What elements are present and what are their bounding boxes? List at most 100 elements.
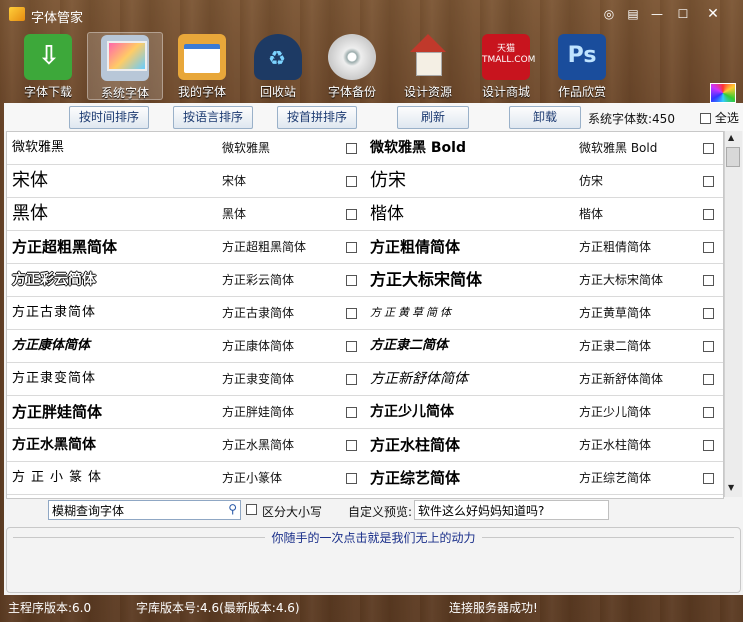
- search-icon[interactable]: ⚲: [228, 502, 237, 516]
- font-row: 方正小篆体 方正小篆体 方正综艺简体 方正综艺简体: [7, 462, 723, 495]
- font-name: 方正少儿简体: [579, 405, 652, 419]
- font-select-checkbox[interactable]: [703, 176, 714, 187]
- font-row: 方正隶变简体 方正隶变简体 方正新舒体简体 方正新舒体简体: [7, 363, 723, 396]
- font-sample: 方正粗倩简体: [370, 238, 461, 256]
- sort-by-language-button[interactable]: 按语言排序: [173, 106, 253, 129]
- search-input[interactable]: [49, 501, 217, 519]
- scroll-thumb[interactable]: [726, 147, 740, 167]
- toolbar-label: 作品欣赏: [557, 85, 606, 99]
- color-palette-icon[interactable]: [710, 83, 736, 103]
- preview-input[interactable]: [415, 501, 606, 519]
- toolbar-monitor-palette-button[interactable]: 系统字体: [87, 32, 163, 100]
- title-bar: 字体管家 ◎ ▤ — ☐ ✕: [0, 0, 743, 30]
- font-select-checkbox[interactable]: [703, 440, 714, 451]
- font-select-checkbox[interactable]: [346, 275, 357, 286]
- font-sample: 方正隶二简体: [370, 338, 449, 353]
- sort-bar: 按时间排序 按语言排序 按首拼排序 刷新 卸载 系统字体数:450 全选: [4, 103, 743, 131]
- font-row: 微软雅黑 微软雅黑 微软雅黑 Bold 微软雅黑 Bold: [7, 132, 723, 165]
- font-name: 方正黄草简体: [579, 306, 652, 320]
- font-row: 方正水黑简体 方正水黑简体 方正水柱简体 方正水柱简体: [7, 429, 723, 462]
- font-select-checkbox[interactable]: [703, 374, 714, 385]
- preview-label: 自定义预览:: [348, 505, 413, 519]
- sort-by-time-button[interactable]: 按时间排序: [69, 106, 149, 129]
- toolbar-label: 回收站: [259, 85, 296, 99]
- font-select-checkbox[interactable]: [703, 242, 714, 253]
- font-select-checkbox[interactable]: [346, 143, 357, 154]
- case-sensitive-checkbox[interactable]: [246, 504, 257, 515]
- font-name: 方正隶二简体: [579, 339, 652, 353]
- font-select-checkbox[interactable]: [346, 242, 357, 253]
- font-name: 方正彩云简体: [222, 273, 295, 287]
- scroll-down-icon[interactable]: ▼: [728, 483, 734, 492]
- toolbar-disc-button[interactable]: 字体备份: [314, 32, 390, 100]
- select-all-checkbox[interactable]: [700, 113, 711, 124]
- font-name: 方正超粗黑简体: [222, 240, 307, 254]
- font-select-checkbox[interactable]: [703, 275, 714, 286]
- font-select-checkbox[interactable]: [346, 176, 357, 187]
- font-name: 方正古隶简体: [222, 306, 295, 320]
- search-bar: ⚲ 区分大小写 自定义预览:: [4, 497, 743, 527]
- font-sample: 方正彩云简体: [12, 272, 96, 288]
- font-sample: 仿宋: [370, 170, 406, 191]
- font-select-checkbox[interactable]: [346, 407, 357, 418]
- font-panel: 按时间排序 按语言排序 按首拼排序 刷新 卸载 系统字体数:450 全选 微软雅…: [4, 103, 743, 595]
- font-select-checkbox[interactable]: [703, 341, 714, 352]
- font-sample: 方正超粗黑简体: [12, 238, 118, 256]
- font-sample: 方正大标宋简体: [370, 270, 483, 289]
- font-select-checkbox[interactable]: [346, 341, 357, 352]
- folder-icon: [178, 34, 226, 80]
- font-select-checkbox[interactable]: [346, 473, 357, 484]
- font-sample: 微软雅黑: [12, 140, 65, 155]
- font-name: 方正综艺简体: [579, 471, 652, 485]
- font-select-checkbox[interactable]: [346, 374, 357, 385]
- font-select-checkbox[interactable]: [346, 308, 357, 319]
- skin-icon[interactable]: ◎: [598, 5, 620, 23]
- app-version: 主程序版本:6.0: [8, 601, 92, 615]
- font-sample: 方正综艺简体: [370, 469, 461, 487]
- menu-icon[interactable]: ▤: [622, 5, 644, 23]
- library-version: 字库版本号:4.6(最新版本:4.6): [136, 601, 300, 615]
- case-sensitive-label: 区分大小写: [262, 505, 323, 519]
- font-select-checkbox[interactable]: [703, 209, 714, 220]
- monitor-palette-icon: [101, 35, 149, 81]
- disc-icon: [328, 34, 376, 80]
- toolbar-download-button[interactable]: ⇩ 字体下载: [10, 32, 86, 100]
- font-select-checkbox[interactable]: [346, 440, 357, 451]
- minimize-icon[interactable]: —: [646, 5, 668, 23]
- tmall-icon: 天猫 TMALL.COM: [482, 34, 535, 80]
- select-all[interactable]: 全选: [700, 109, 739, 126]
- font-sample: 宋体: [12, 170, 48, 191]
- font-name: 微软雅黑: [222, 141, 271, 155]
- font-select-checkbox[interactable]: [703, 143, 714, 154]
- preview-box[interactable]: [414, 500, 609, 520]
- toolbar-tmall-button[interactable]: 天猫 TMALL.COM 设计商城: [468, 32, 544, 100]
- font-sample: 方正水柱简体: [370, 436, 461, 454]
- font-sample: 方正水黑简体: [12, 437, 96, 453]
- font-select-checkbox[interactable]: [703, 407, 714, 418]
- font-name: 黑体: [222, 207, 247, 221]
- font-select-checkbox[interactable]: [703, 473, 714, 484]
- toolbar-house-button[interactable]: 设计资源: [390, 32, 466, 100]
- uninstall-button[interactable]: 卸载: [509, 106, 581, 129]
- search-box[interactable]: ⚲: [48, 500, 241, 520]
- refresh-button[interactable]: 刷新: [397, 106, 469, 129]
- toolbar-folder-button[interactable]: 我的字体: [164, 32, 240, 100]
- sort-by-pinyin-button[interactable]: 按首拼排序: [277, 106, 357, 129]
- font-row: 方正超粗黑简体 方正超粗黑简体 方正粗倩简体 方正粗倩简体: [7, 231, 723, 264]
- close-icon[interactable]: ✕: [702, 5, 724, 23]
- font-select-checkbox[interactable]: [346, 209, 357, 220]
- select-all-label: 全选: [714, 111, 739, 125]
- scroll-up-icon[interactable]: ▲: [728, 133, 734, 142]
- toolbar-label: 我的字体: [177, 85, 226, 99]
- maximize-icon[interactable]: ☐: [672, 5, 694, 23]
- font-select-checkbox[interactable]: [703, 308, 714, 319]
- status-bar: 主程序版本:6.0 字库版本号:4.6(最新版本:4.6) 连接服务器成功!: [0, 595, 743, 622]
- toolbar-photoshop-button[interactable]: Ps 作品欣赏: [544, 32, 620, 100]
- font-list-scrollbar[interactable]: ▲ ▼: [724, 131, 742, 497]
- font-sample: 方正小篆体: [12, 470, 108, 485]
- toolbar-recycle-bin-button[interactable]: ♻ 回收站: [240, 32, 316, 100]
- font-sample: 方正康体简体: [12, 338, 91, 353]
- slogan-box: 你随手的一次点击就是我们无上的动力: [6, 527, 741, 593]
- toolbar-label: 系统字体: [100, 86, 149, 100]
- font-row: 黑体 黑体 楷体 楷体: [7, 198, 723, 231]
